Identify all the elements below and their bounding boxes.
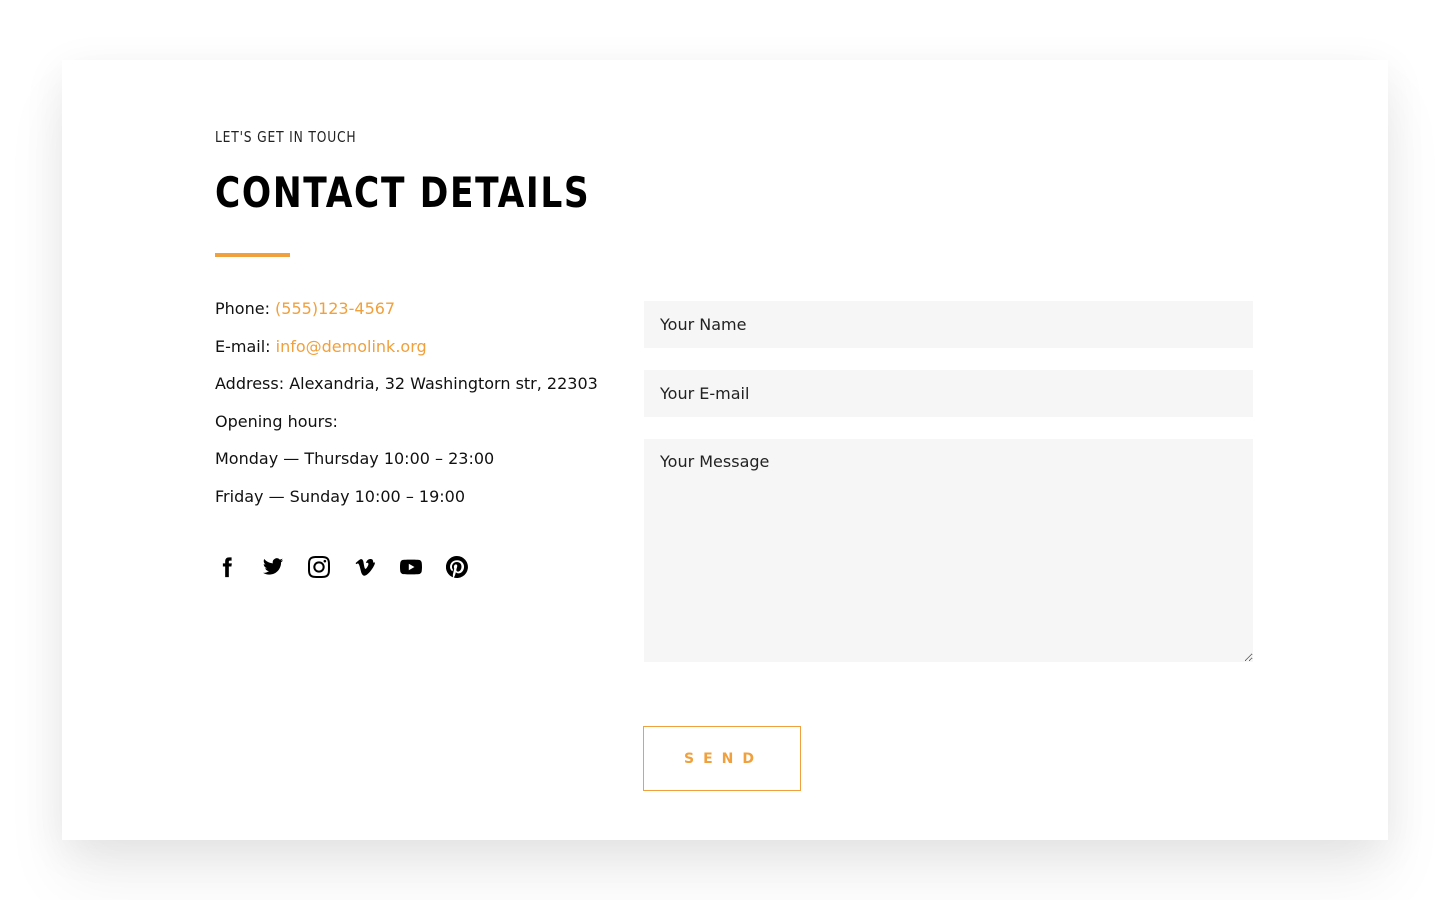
hours-weekdays: Monday — Thursday 10:00 – 23:00 <box>215 449 495 468</box>
message-textarea[interactable] <box>644 439 1253 662</box>
email-input[interactable] <box>644 370 1253 417</box>
page-title: CONTACT DETAILS <box>215 168 591 217</box>
phone-label: Phone: <box>215 299 276 318</box>
phone-line: Phone: (555)123-4567 <box>215 295 635 333</box>
email-link[interactable]: info@demolink.org <box>276 337 427 356</box>
contact-form <box>644 301 1253 662</box>
youtube-icon[interactable] <box>399 555 423 579</box>
phone-link[interactable]: (555)123-4567 <box>275 299 395 318</box>
facebook-icon[interactable] <box>215 555 239 579</box>
address-line: Address: Alexandria, 32 Washingtorn str,… <box>215 374 598 393</box>
contact-info: Phone: (555)123-4567 E-mail: info@demoli… <box>215 295 635 520</box>
section-eyebrow: LET'S GET IN TOUCH <box>215 128 357 146</box>
pinterest-icon[interactable] <box>445 555 469 579</box>
title-divider <box>215 253 290 257</box>
contact-card: LET'S GET IN TOUCH CONTACT DETAILS Phone… <box>62 60 1388 840</box>
email-line: E-mail: info@demolink.org <box>215 333 635 371</box>
send-button[interactable]: SEND <box>643 726 801 791</box>
email-label: E-mail: <box>215 336 276 356</box>
opening-hours-label: Opening hours: <box>215 411 338 431</box>
twitter-icon[interactable] <box>261 555 285 579</box>
hours-weekend: Friday — Sunday 10:00 – 19:00 <box>215 486 466 506</box>
vimeo-icon[interactable] <box>353 555 377 579</box>
social-links <box>215 555 469 579</box>
instagram-icon[interactable] <box>307 555 331 579</box>
name-input[interactable] <box>644 301 1253 348</box>
